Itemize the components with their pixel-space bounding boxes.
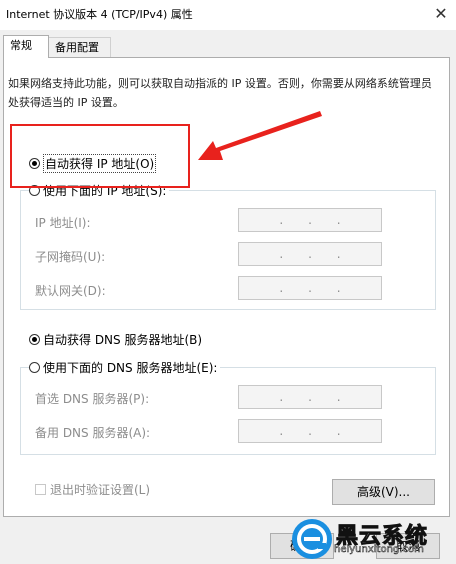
watermark-sub-text: heiyunxitong.com bbox=[334, 544, 424, 556]
checkbox-unchecked-icon bbox=[35, 484, 46, 495]
watermark-logo: 黑云系统 heiyunxitong.com bbox=[290, 516, 452, 562]
validate-settings-label: 退出时验证设置(L) bbox=[50, 483, 151, 497]
title-bar: Internet 协议版本 4 (TCP/IPv4) 属性 ✕ bbox=[0, 0, 456, 30]
ip-address-label: IP 地址(I): bbox=[35, 216, 91, 230]
annotation-highlight-box bbox=[10, 124, 190, 188]
close-icon[interactable]: ✕ bbox=[430, 4, 452, 26]
preferred-dns-label: 首选 DNS 服务器(P): bbox=[35, 392, 150, 406]
default-gateway-field[interactable]: ... bbox=[238, 276, 382, 300]
radio-checked-icon bbox=[29, 334, 40, 345]
window-title: Internet 协议版本 4 (TCP/IPv4) 属性 bbox=[6, 8, 193, 21]
auto-dns-label: 自动获得 DNS 服务器地址(B) bbox=[43, 333, 203, 347]
watermark-logo-icon bbox=[292, 519, 332, 559]
manual-dns-label: 使用下面的 DNS 服务器地址(E): bbox=[43, 361, 218, 375]
alternate-dns-label: 备用 DNS 服务器(A): bbox=[35, 426, 151, 440]
manual-dns-radio[interactable]: 使用下面的 DNS 服务器地址(E): bbox=[29, 359, 221, 376]
advanced-button[interactable]: 高级(V)... bbox=[332, 479, 435, 505]
validate-settings-checkbox[interactable]: 退出时验证设置(L) bbox=[35, 481, 150, 498]
default-gateway-label: 默认网关(D): bbox=[35, 284, 106, 298]
annotation-arrow-icon bbox=[198, 111, 322, 160]
ip-address-field[interactable]: ... bbox=[238, 208, 382, 232]
tab-alternate-config[interactable]: 备用配置 bbox=[49, 37, 111, 57]
auto-dns-radio[interactable]: 自动获得 DNS 服务器地址(B) bbox=[29, 331, 202, 348]
subnet-mask-label: 子网掩码(U): bbox=[35, 250, 106, 264]
tab-general[interactable]: 常规 bbox=[3, 35, 49, 58]
preferred-dns-field[interactable]: ... bbox=[238, 385, 382, 409]
alternate-dns-field[interactable]: ... bbox=[238, 419, 382, 443]
radio-unchecked-icon bbox=[29, 362, 40, 373]
description-text: 如果网络支持此功能，则可以获取自动指派的 IP 设置。否则，你需要从网络系统管理… bbox=[8, 77, 432, 109]
subnet-mask-field[interactable]: ... bbox=[238, 242, 382, 266]
